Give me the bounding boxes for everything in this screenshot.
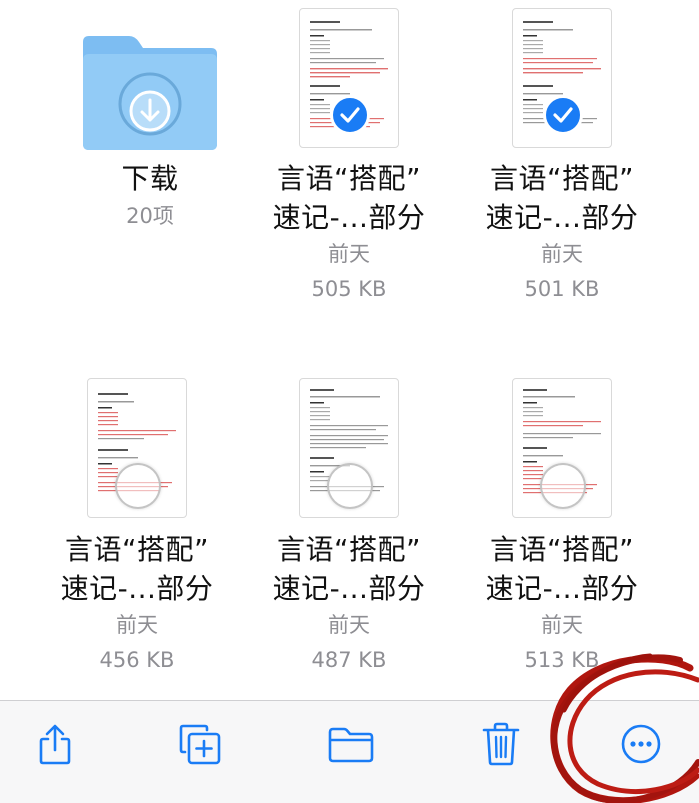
trash-icon	[482, 722, 520, 766]
folder-icon	[83, 36, 217, 150]
file-date: 前天	[116, 613, 158, 637]
file-name-line2: 速记-...部分	[485, 572, 639, 605]
selection-circle-icon[interactable]	[115, 463, 161, 509]
file-name-line1: 言语“搭配”	[489, 533, 634, 566]
bottom-toolbar	[0, 700, 699, 803]
document-thumbnail	[299, 378, 399, 518]
document-thumbnail	[299, 8, 399, 148]
file-grid: 下载 20项 言语“搭配” 速记-...部分 前天 505 KB 言语“搭配” …	[0, 0, 699, 700]
file-size: 501 KB	[524, 277, 600, 301]
delete-button[interactable]	[476, 719, 526, 769]
file-date: 前天	[328, 242, 370, 266]
more-button[interactable]	[616, 719, 666, 769]
document-thumbnail	[512, 378, 612, 518]
more-ellipsis-icon	[621, 724, 661, 764]
file-name-line2: 速记-...部分	[272, 201, 426, 234]
file-name-line1: 言语“搭配”	[64, 533, 209, 566]
document-thumbnail	[512, 8, 612, 148]
share-icon	[39, 724, 71, 765]
share-button[interactable]	[30, 719, 80, 769]
duplicate-icon	[179, 724, 221, 765]
move-folder-icon	[328, 727, 374, 763]
file-size: 456 KB	[99, 648, 175, 672]
selection-circle-icon[interactable]	[540, 463, 586, 509]
selected-checkmark-icon	[543, 95, 583, 135]
file-name-line2: 速记-...部分	[485, 201, 639, 234]
file-name-line1: 言语“搭配”	[489, 162, 634, 195]
file-date: 前天	[328, 613, 370, 637]
selected-checkmark-icon	[330, 95, 370, 135]
file-name-line1: 言语“搭配”	[276, 533, 421, 566]
selection-circle-icon[interactable]	[327, 463, 373, 509]
files-browser-screen: 下载 20项 言语“搭配” 速记-...部分 前天 505 KB 言语“搭配” …	[0, 0, 699, 803]
document-thumbnail	[87, 378, 187, 518]
file-name-line2: 速记-...部分	[60, 572, 214, 605]
file-name-line2: 速记-...部分	[272, 572, 426, 605]
file-date: 前天	[541, 613, 583, 637]
file-size: 513 KB	[524, 648, 600, 672]
file-size: 505 KB	[311, 277, 387, 301]
file-size: 487 KB	[311, 648, 387, 672]
duplicate-button[interactable]	[175, 719, 225, 769]
item-count: 20项	[126, 204, 174, 228]
file-name: 下载	[121, 162, 179, 195]
file-date: 前天	[541, 242, 583, 266]
move-to-folder-button[interactable]	[326, 719, 376, 769]
file-name-line1: 言语“搭配”	[276, 162, 421, 195]
